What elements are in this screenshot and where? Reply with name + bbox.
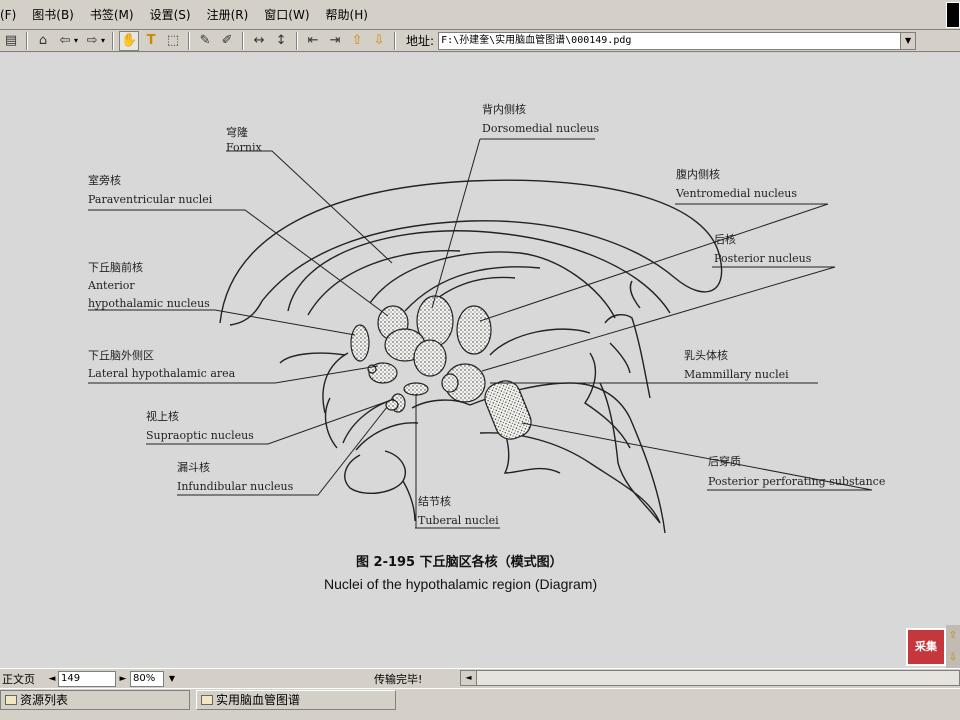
toolbar-separator <box>26 31 28 50</box>
nuclei <box>350 295 532 440</box>
horizontal-scrollbar[interactable]: ◄ <box>460 670 960 686</box>
page-next-icon[interactable]: ► <box>116 674 130 684</box>
resource-list-icon <box>5 695 17 705</box>
label-posterior-cn: 后核 <box>714 232 736 246</box>
menu-bookmark[interactable]: 书签(M) <box>82 4 142 26</box>
menu-file[interactable]: (F) <box>0 4 24 26</box>
label-mammillary-en: Mammillary nuclei <box>684 368 789 381</box>
highlighter-icon[interactable]: ✐ <box>217 31 237 51</box>
menu-bar: (F) 图书(B) 书签(M) 设置(S) 注册(R) 窗口(W) 帮助(H) <box>0 0 960 30</box>
toolbar-separator <box>394 31 397 50</box>
label-infundibular-cn: 漏斗核 <box>177 460 210 474</box>
fit-height-icon[interactable]: ↕ <box>271 31 291 51</box>
taskbar: 资源列表 实用脑血管图谱 <box>0 688 960 720</box>
nucleus-tuberal <box>403 382 429 396</box>
menu-help[interactable]: 帮助(H) <box>318 4 376 26</box>
label-supraoptic-en: Supraoptic nucleus <box>146 429 254 442</box>
page-number-input[interactable]: 149 <box>58 670 116 687</box>
region-select-icon[interactable]: ⬚ <box>163 31 183 51</box>
caption-english: Nuclei of the hypothalamic region (Diagr… <box>324 576 597 592</box>
page-scroll-buttons: ⇧ ⇩ <box>946 625 960 668</box>
last-page-icon[interactable]: ⇥ <box>325 31 345 51</box>
label-dorsomedial-en: Dorsomedial nucleus <box>482 122 599 135</box>
zoom-dropdown-icon[interactable]: ▼ <box>164 674 180 683</box>
toolbar-separator <box>242 31 245 50</box>
window-corner-icon <box>946 2 960 28</box>
forward-arrow-icon[interactable]: ⇨ <box>82 31 102 51</box>
label-ventromedial-cn: 腹内侧核 <box>676 167 720 181</box>
diagram-outline <box>219 179 723 534</box>
menu-window[interactable]: 窗口(W) <box>256 4 317 26</box>
zoom-input[interactable]: 80% <box>130 670 164 687</box>
label-ventromedial-en: Ventromedial nucleus <box>675 187 797 200</box>
label-posterior-perforating-cn: 后穿质 <box>708 454 741 468</box>
label-tuberal-en: Tuberal nuclei <box>418 514 499 527</box>
menu-book[interactable]: 图书(B) <box>24 4 82 26</box>
toolbar-separator <box>296 31 299 50</box>
page-prev-icon[interactable]: ◄ <box>46 674 58 684</box>
panel-toggle-icon[interactable]: ▤ <box>1 31 21 51</box>
hypothalamus-diagram: 穹隆 Fornix 背内侧核 Dorsomedial nucleus 室旁核 P… <box>87 102 885 592</box>
text-tool-icon[interactable]: T <box>141 31 161 51</box>
label-fornix-cn: 穹隆 <box>226 125 248 139</box>
forward-dropdown-icon[interactable]: ▾ <box>101 36 105 45</box>
label-paraventricular-cn: 室旁核 <box>88 173 121 187</box>
address-label: 地址: <box>406 34 435 48</box>
label-lateral-cn: 下丘脑外侧区 <box>88 349 154 362</box>
taskbar-resources-button[interactable]: 资源列表 <box>0 690 190 710</box>
scroll-down-icon[interactable]: ⇩ <box>946 647 960 668</box>
book-icon <box>201 695 213 705</box>
fit-width-icon[interactable]: ↔ <box>249 31 269 51</box>
toolbar: ▤ ⌂ ⇦ ▾ ⇨ ▾ ✋ T ⬚ ✎ ✐ ↔ ↕ ⇤ ⇥ ⇧ ⇩ 地址: F:… <box>0 30 960 52</box>
back-arrow-icon[interactable]: ⇦ <box>55 31 75 51</box>
taskbar-book-button[interactable]: 实用脑血管图谱 <box>196 690 396 710</box>
taskbar-book-label: 实用脑血管图谱 <box>216 693 301 707</box>
status-message: 传输完毕! <box>374 673 423 686</box>
hand-tool-icon[interactable]: ✋ <box>119 30 140 51</box>
nucleus-ventromedial <box>456 305 492 355</box>
caption-chinese: 图 2-195 下丘脑区各核（模式图） <box>356 554 563 570</box>
label-mammillary-cn: 乳头体核 <box>684 348 728 362</box>
address-dropdown-icon[interactable]: ▼ <box>900 31 917 50</box>
nucleus-mammillary <box>484 380 532 440</box>
previous-page-icon[interactable]: ⇧ <box>347 31 367 51</box>
nucleus-anterior-hypothalamic <box>350 324 370 362</box>
status-bar: 正文页 ◄ 149 ► 80% ▼ 传输完毕! ◄ <box>0 668 960 688</box>
label-tuberal-cn: 结节核 <box>418 494 451 508</box>
label-dorsomedial-cn: 背内侧核 <box>482 102 526 116</box>
label-lateral-en: Lateral hypothalamic area <box>88 367 236 380</box>
first-page-icon[interactable]: ⇤ <box>303 31 323 51</box>
scroll-up-icon[interactable]: ⇧ <box>946 625 960 647</box>
label-fornix-en: Fornix <box>226 141 263 154</box>
document-viewport[interactable]: 穹隆 Fornix 背内侧核 Dorsomedial nucleus 室旁核 P… <box>0 53 960 668</box>
label-posterior-perforating-en: Posterior perforating substance <box>708 475 885 488</box>
label-supraoptic-cn: 视上核 <box>146 409 179 423</box>
nucleus-center-b <box>413 339 447 377</box>
next-page-icon[interactable]: ⇩ <box>369 31 389 51</box>
back-dropdown-icon[interactable]: ▾ <box>74 36 78 45</box>
annotate-icon[interactable]: ✎ <box>195 31 215 51</box>
menu-register[interactable]: 注册(R) <box>199 4 257 26</box>
menu-settings[interactable]: 设置(S) <box>142 4 199 26</box>
home-icon[interactable]: ⌂ <box>33 31 53 51</box>
capture-stamp-logo: 采集 <box>906 628 946 666</box>
scroll-left-icon[interactable]: ◄ <box>461 671 477 685</box>
label-paraventricular-en: Paraventricular nuclei <box>88 193 213 206</box>
label-posterior-en: Posterior nucleus <box>714 252 812 265</box>
label-anterior-cn: 下丘脑前核 <box>88 260 143 274</box>
address-input[interactable]: F:\孙建奎\实用脑血管图谱\000149.pdg <box>438 31 901 50</box>
view-mode-label[interactable]: 正文页 <box>0 671 46 687</box>
toolbar-separator <box>112 31 115 50</box>
label-infundibular-en: Infundibular nucleus <box>177 480 294 493</box>
nucleus-mammillary-left <box>441 373 459 393</box>
toolbar-separator <box>188 31 191 50</box>
label-anterior-en-2: hypothalamic nucleus <box>88 297 210 310</box>
taskbar-resources-label: 资源列表 <box>20 693 69 707</box>
label-anterior-en-1: Anterior <box>87 279 135 292</box>
